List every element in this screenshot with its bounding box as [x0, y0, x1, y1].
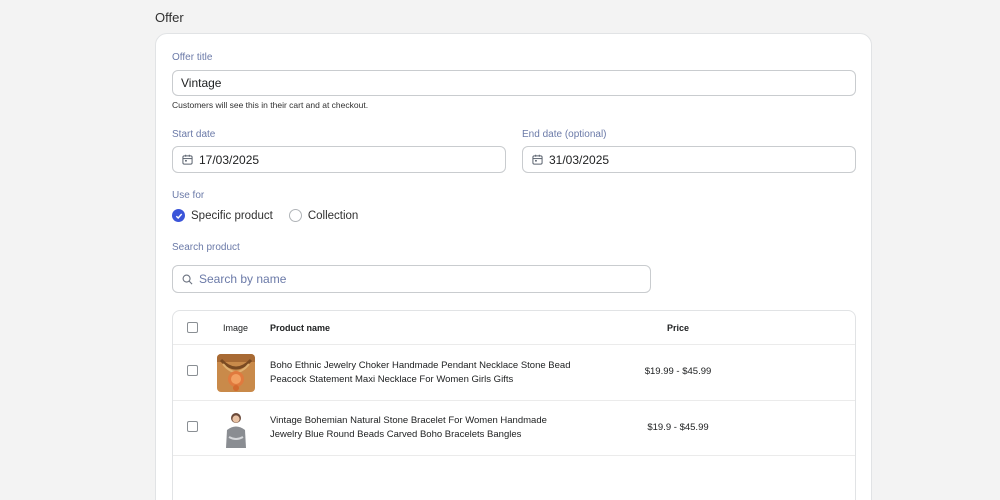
radio-checked-icon [172, 209, 185, 222]
radio-label: Specific product [191, 209, 273, 222]
product-image-necklace [217, 354, 255, 392]
radio-specific-product[interactable]: Specific product [172, 209, 273, 222]
radio-label: Collection [307, 209, 359, 222]
product-image-bracelet-model [217, 410, 255, 448]
product-name-line: Boho Ethnic Jewelry Choker Handmade Pend… [270, 360, 571, 371]
offer-title-input[interactable]: Vintage [172, 70, 856, 96]
product-name-line: Peacock Statement Maxi Necklace For Wome… [270, 374, 514, 385]
table-row[interactable]: Boho Ethnic Jewelry Choker Handmade Pend… [173, 345, 855, 401]
row-checkbox[interactable] [187, 421, 198, 432]
start-date-input[interactable]: 17/03/2025 [172, 146, 506, 173]
section-heading: Offer [155, 10, 184, 25]
end-date-label: End date (optional) [522, 129, 607, 140]
use-for-label: Use for [172, 190, 205, 201]
header-image: Image [223, 323, 249, 333]
radio-collection[interactable]: Collection [288, 209, 359, 222]
select-all-checkbox[interactable] [187, 322, 198, 333]
product-name: Boho Ethnic Jewelry Choker Handmade Pend… [270, 359, 610, 387]
radio-unchecked-icon [288, 209, 302, 222]
header-product-name: Product name [270, 323, 331, 333]
product-table: Image Product name Price Boho Ethnic Jew… [172, 310, 856, 500]
product-name: Vintage Bohemian Natural Stone Bracelet … [270, 414, 610, 442]
search-product-label: Search product [172, 242, 240, 253]
use-for-radio-group: Specific product Collection [172, 209, 374, 222]
row-checkbox[interactable] [187, 365, 198, 376]
product-price: $19.9 - $45.99 [647, 422, 709, 433]
calendar-icon [182, 154, 193, 165]
table-row[interactable]: Vintage Bohemian Natural Stone Bracelet … [173, 401, 855, 456]
offer-title-label: Offer title [172, 52, 213, 63]
end-date-input[interactable]: 31/03/2025 [522, 146, 856, 173]
product-name-line: Jewelry Blue Round Beads Carved Boho Bra… [270, 429, 522, 440]
start-date-label: Start date [172, 129, 216, 140]
search-field [172, 265, 651, 293]
offer-title-value: Vintage [181, 76, 222, 90]
offer-card: Offer title Vintage Customers will see t… [155, 33, 872, 500]
offer-title-help: Customers will see this in their cart an… [172, 100, 369, 110]
search-icon [182, 274, 193, 285]
product-price: $19.99 - $45.99 [644, 366, 712, 377]
table-header-row: Image Product name Price [173, 311, 855, 345]
start-date-value: 17/03/2025 [199, 152, 260, 167]
product-name-line: Vintage Bohemian Natural Stone Bracelet … [270, 415, 547, 426]
end-date-value: 31/03/2025 [549, 152, 610, 167]
header-price: Price [666, 323, 690, 333]
calendar-icon [532, 154, 543, 165]
search-input[interactable] [199, 272, 639, 286]
